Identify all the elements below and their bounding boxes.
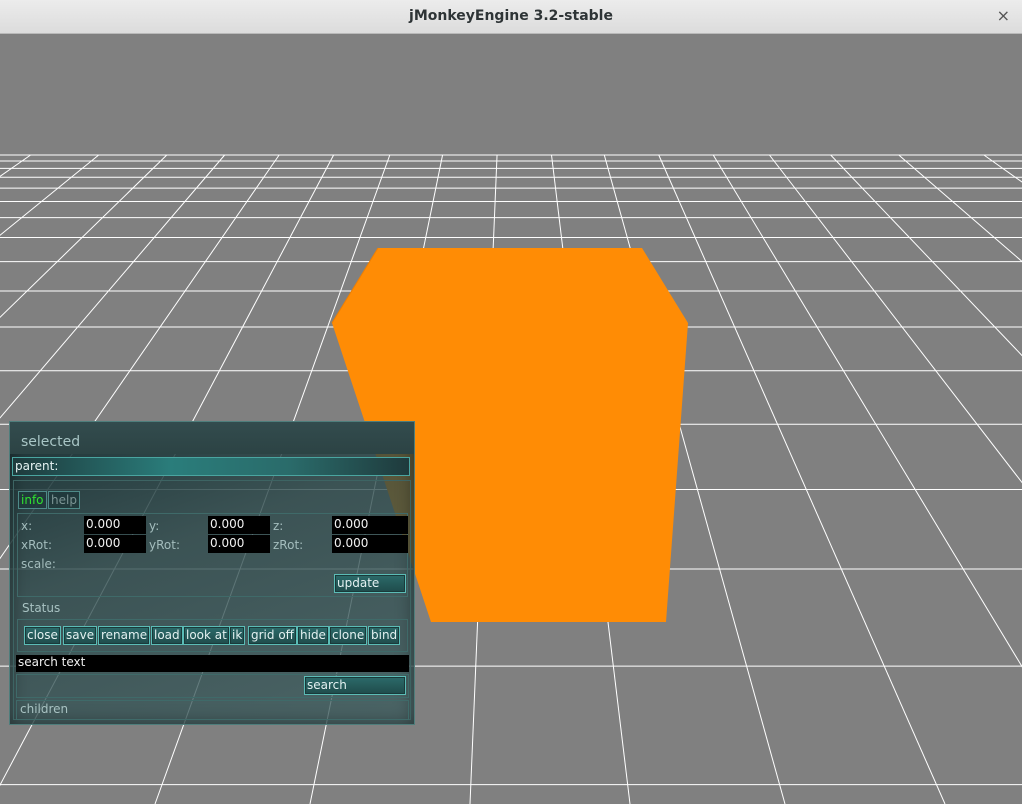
grid-line xyxy=(830,154,1022,357)
grid-line xyxy=(898,154,1022,263)
bind-button[interactable]: bind xyxy=(368,626,401,645)
x-field[interactable]: 0.000 xyxy=(84,516,146,534)
close-button[interactable]: close xyxy=(24,626,61,645)
scale-label: scale: xyxy=(21,557,56,571)
grid-line xyxy=(983,154,1022,183)
search-button[interactable]: search xyxy=(304,676,406,695)
zrot-field[interactable]: 0.000 xyxy=(332,535,408,553)
yrot-label: yRot: xyxy=(149,538,180,552)
y-field[interactable]: 0.000 xyxy=(208,516,270,534)
transform-box: x: 0.000 y: 0.000 z: 0.000 xRot: 0.000 y… xyxy=(17,513,408,597)
update-button[interactable]: update xyxy=(334,574,406,593)
load-button[interactable]: load xyxy=(151,626,183,645)
window-title-bar: jMonkeyEngine 3.2-stable × xyxy=(0,0,1022,34)
xrot-label: xRot: xyxy=(21,538,52,552)
z-field[interactable]: 0.000 xyxy=(332,516,408,534)
grid-line xyxy=(712,154,1022,668)
clone-button[interactable]: clone xyxy=(329,626,368,645)
parent-label: parent: xyxy=(15,459,59,473)
tab-help[interactable]: help xyxy=(48,491,80,509)
x-label: x: xyxy=(21,519,33,533)
xrot-field[interactable]: 0.000 xyxy=(84,535,146,553)
selected-panel: selected parent: info help x: 0.000 y: 0… xyxy=(9,421,415,725)
y-label: y: xyxy=(149,519,160,533)
ik-button[interactable]: ik xyxy=(229,626,246,645)
status-label: Status xyxy=(22,601,61,615)
grid-line xyxy=(658,154,946,804)
grid-line xyxy=(769,154,1022,484)
look-at-button[interactable]: look at xyxy=(183,626,230,645)
panel-title: selected xyxy=(21,434,81,450)
children-label: children xyxy=(20,702,69,716)
z-label: z: xyxy=(273,519,284,533)
search-input[interactable]: search text xyxy=(16,655,409,672)
panel-header: selected xyxy=(10,422,414,454)
yrot-field[interactable]: 0.000 xyxy=(208,535,270,553)
hide-button[interactable]: hide xyxy=(297,626,329,645)
parent-field[interactable]: parent: xyxy=(12,457,410,476)
children-list: children xyxy=(16,700,409,720)
close-icon[interactable]: × xyxy=(997,6,1010,26)
window-title: jMonkeyEngine 3.2-stable xyxy=(409,8,613,24)
save-button[interactable]: save xyxy=(63,626,98,645)
tab-info[interactable]: info xyxy=(18,491,47,509)
rename-button[interactable]: rename xyxy=(98,626,151,645)
grid-off-button[interactable]: grid off xyxy=(248,626,297,645)
zrot-label: zRot: xyxy=(273,538,304,552)
